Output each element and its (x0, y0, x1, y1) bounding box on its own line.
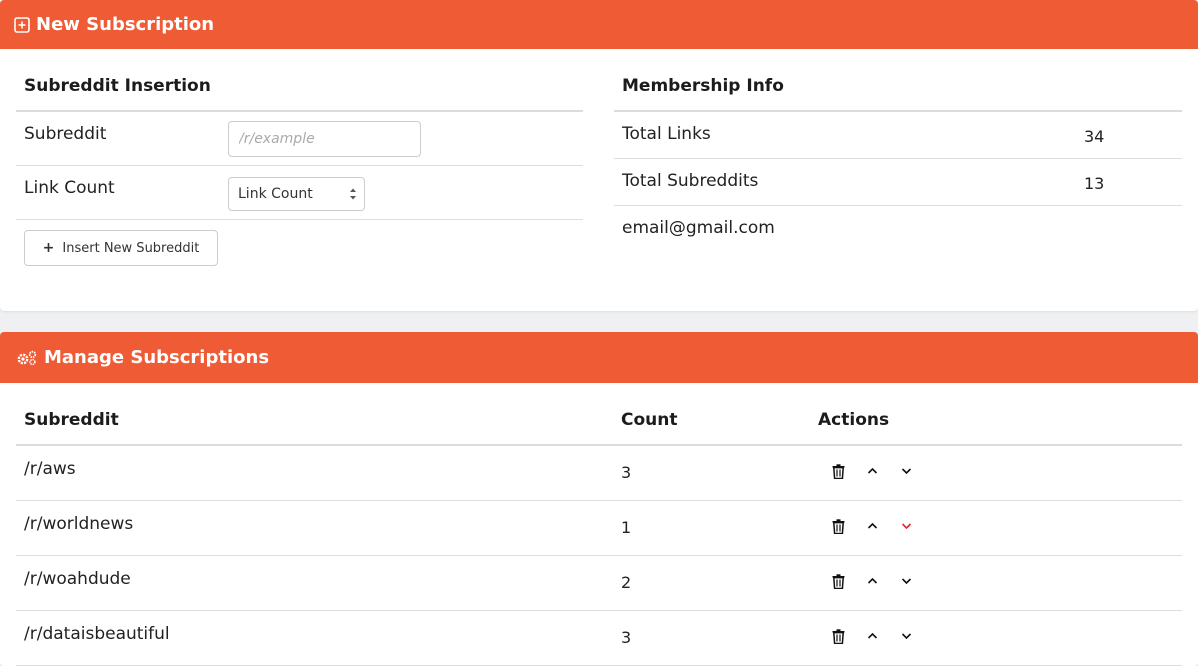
new-subscription-header: New Subscription (0, 0, 1198, 49)
membership-info-title: Membership Info (614, 66, 1182, 112)
chevron-up-icon[interactable] (865, 463, 879, 479)
chevron-up-icon[interactable] (865, 518, 879, 534)
insert-new-subreddit-button[interactable]: + Insert New Subreddit (24, 230, 218, 266)
total-links-value: 34 (1084, 127, 1105, 146)
email-row: email@gmail.com (614, 206, 1182, 253)
link-count-selected-value: Link Count (238, 186, 313, 202)
table-row: /r/worldnews 1 (16, 501, 1182, 556)
subreddit-insertion-panel: Subreddit Insertion Subreddit Link Count… (16, 66, 583, 266)
link-count-label: Link Count (24, 178, 115, 198)
trash-icon[interactable] (831, 463, 845, 479)
subreddit-cell: /r/worldnews (24, 514, 134, 534)
table-row: /r/dataisbeautiful 3 (16, 611, 1182, 666)
trash-icon[interactable] (831, 518, 845, 534)
count-cell: 1 (621, 518, 632, 537)
manage-subscriptions-header: Manage Subscriptions (0, 332, 1198, 383)
chevron-down-icon[interactable] (899, 573, 913, 589)
link-count-select[interactable]: Link Count (228, 177, 365, 211)
subreddit-input[interactable] (228, 121, 421, 157)
total-links-label: Total Links (622, 124, 711, 144)
plus-icon: + (42, 240, 55, 256)
chevron-down-icon[interactable] (899, 463, 913, 479)
subreddit-insertion-title: Subreddit Insertion (16, 66, 583, 112)
table-header: Subreddit Count Actions (16, 398, 1182, 446)
trash-icon[interactable] (831, 628, 845, 644)
total-subreddits-row: Total Subreddits 13 (614, 159, 1182, 206)
chevron-down-icon[interactable] (899, 518, 913, 534)
plus-square-icon (14, 16, 30, 33)
row-actions (831, 463, 913, 479)
total-links-row: Total Links 34 (614, 112, 1182, 159)
table-row: /r/aws 3 (16, 446, 1182, 501)
total-subreddits-value: 13 (1084, 174, 1105, 193)
subreddit-label: Subreddit (24, 124, 107, 144)
column-header-count: Count (621, 410, 678, 430)
count-cell: 3 (621, 463, 632, 482)
subreddit-field-row: Subreddit (16, 112, 583, 166)
count-cell: 2 (621, 573, 632, 592)
chevron-down-icon[interactable] (899, 628, 913, 644)
row-actions (831, 518, 913, 534)
chevron-up-icon[interactable] (865, 573, 879, 589)
table-row: /r/woahdude 2 (16, 556, 1182, 611)
email-text: email@gmail.com (622, 218, 775, 238)
manage-subscriptions-card: Manage Subscriptions Subreddit Count Act… (0, 332, 1198, 666)
total-subreddits-label: Total Subreddits (622, 171, 759, 191)
column-header-actions: Actions (818, 410, 890, 430)
link-count-field-row: Link Count Link Count (16, 166, 583, 220)
row-actions (831, 628, 913, 644)
membership-info-panel: Membership Info Total Links 34 Total Sub… (614, 66, 1182, 253)
chevron-up-icon[interactable] (865, 628, 879, 644)
select-arrows-icon (349, 186, 357, 202)
column-header-subreddit: Subreddit (24, 410, 119, 430)
trash-icon[interactable] (831, 573, 845, 589)
subscriptions-table: Subreddit Count Actions /r/aws 3 /r/worl… (16, 398, 1182, 666)
subreddit-cell: /r/aws (24, 459, 76, 479)
row-actions (831, 573, 913, 589)
count-cell: 3 (621, 628, 632, 647)
subreddit-cell: /r/dataisbeautiful (24, 624, 170, 644)
new-subscription-card: New Subscription Subreddit Insertion Sub… (0, 0, 1198, 311)
manage-subscriptions-title: Manage Subscriptions (44, 347, 270, 368)
gears-icon (16, 350, 38, 366)
insert-button-label: Insert New Subreddit (62, 240, 200, 256)
new-subscription-title: New Subscription (36, 14, 215, 35)
subreddit-cell: /r/woahdude (24, 569, 131, 589)
